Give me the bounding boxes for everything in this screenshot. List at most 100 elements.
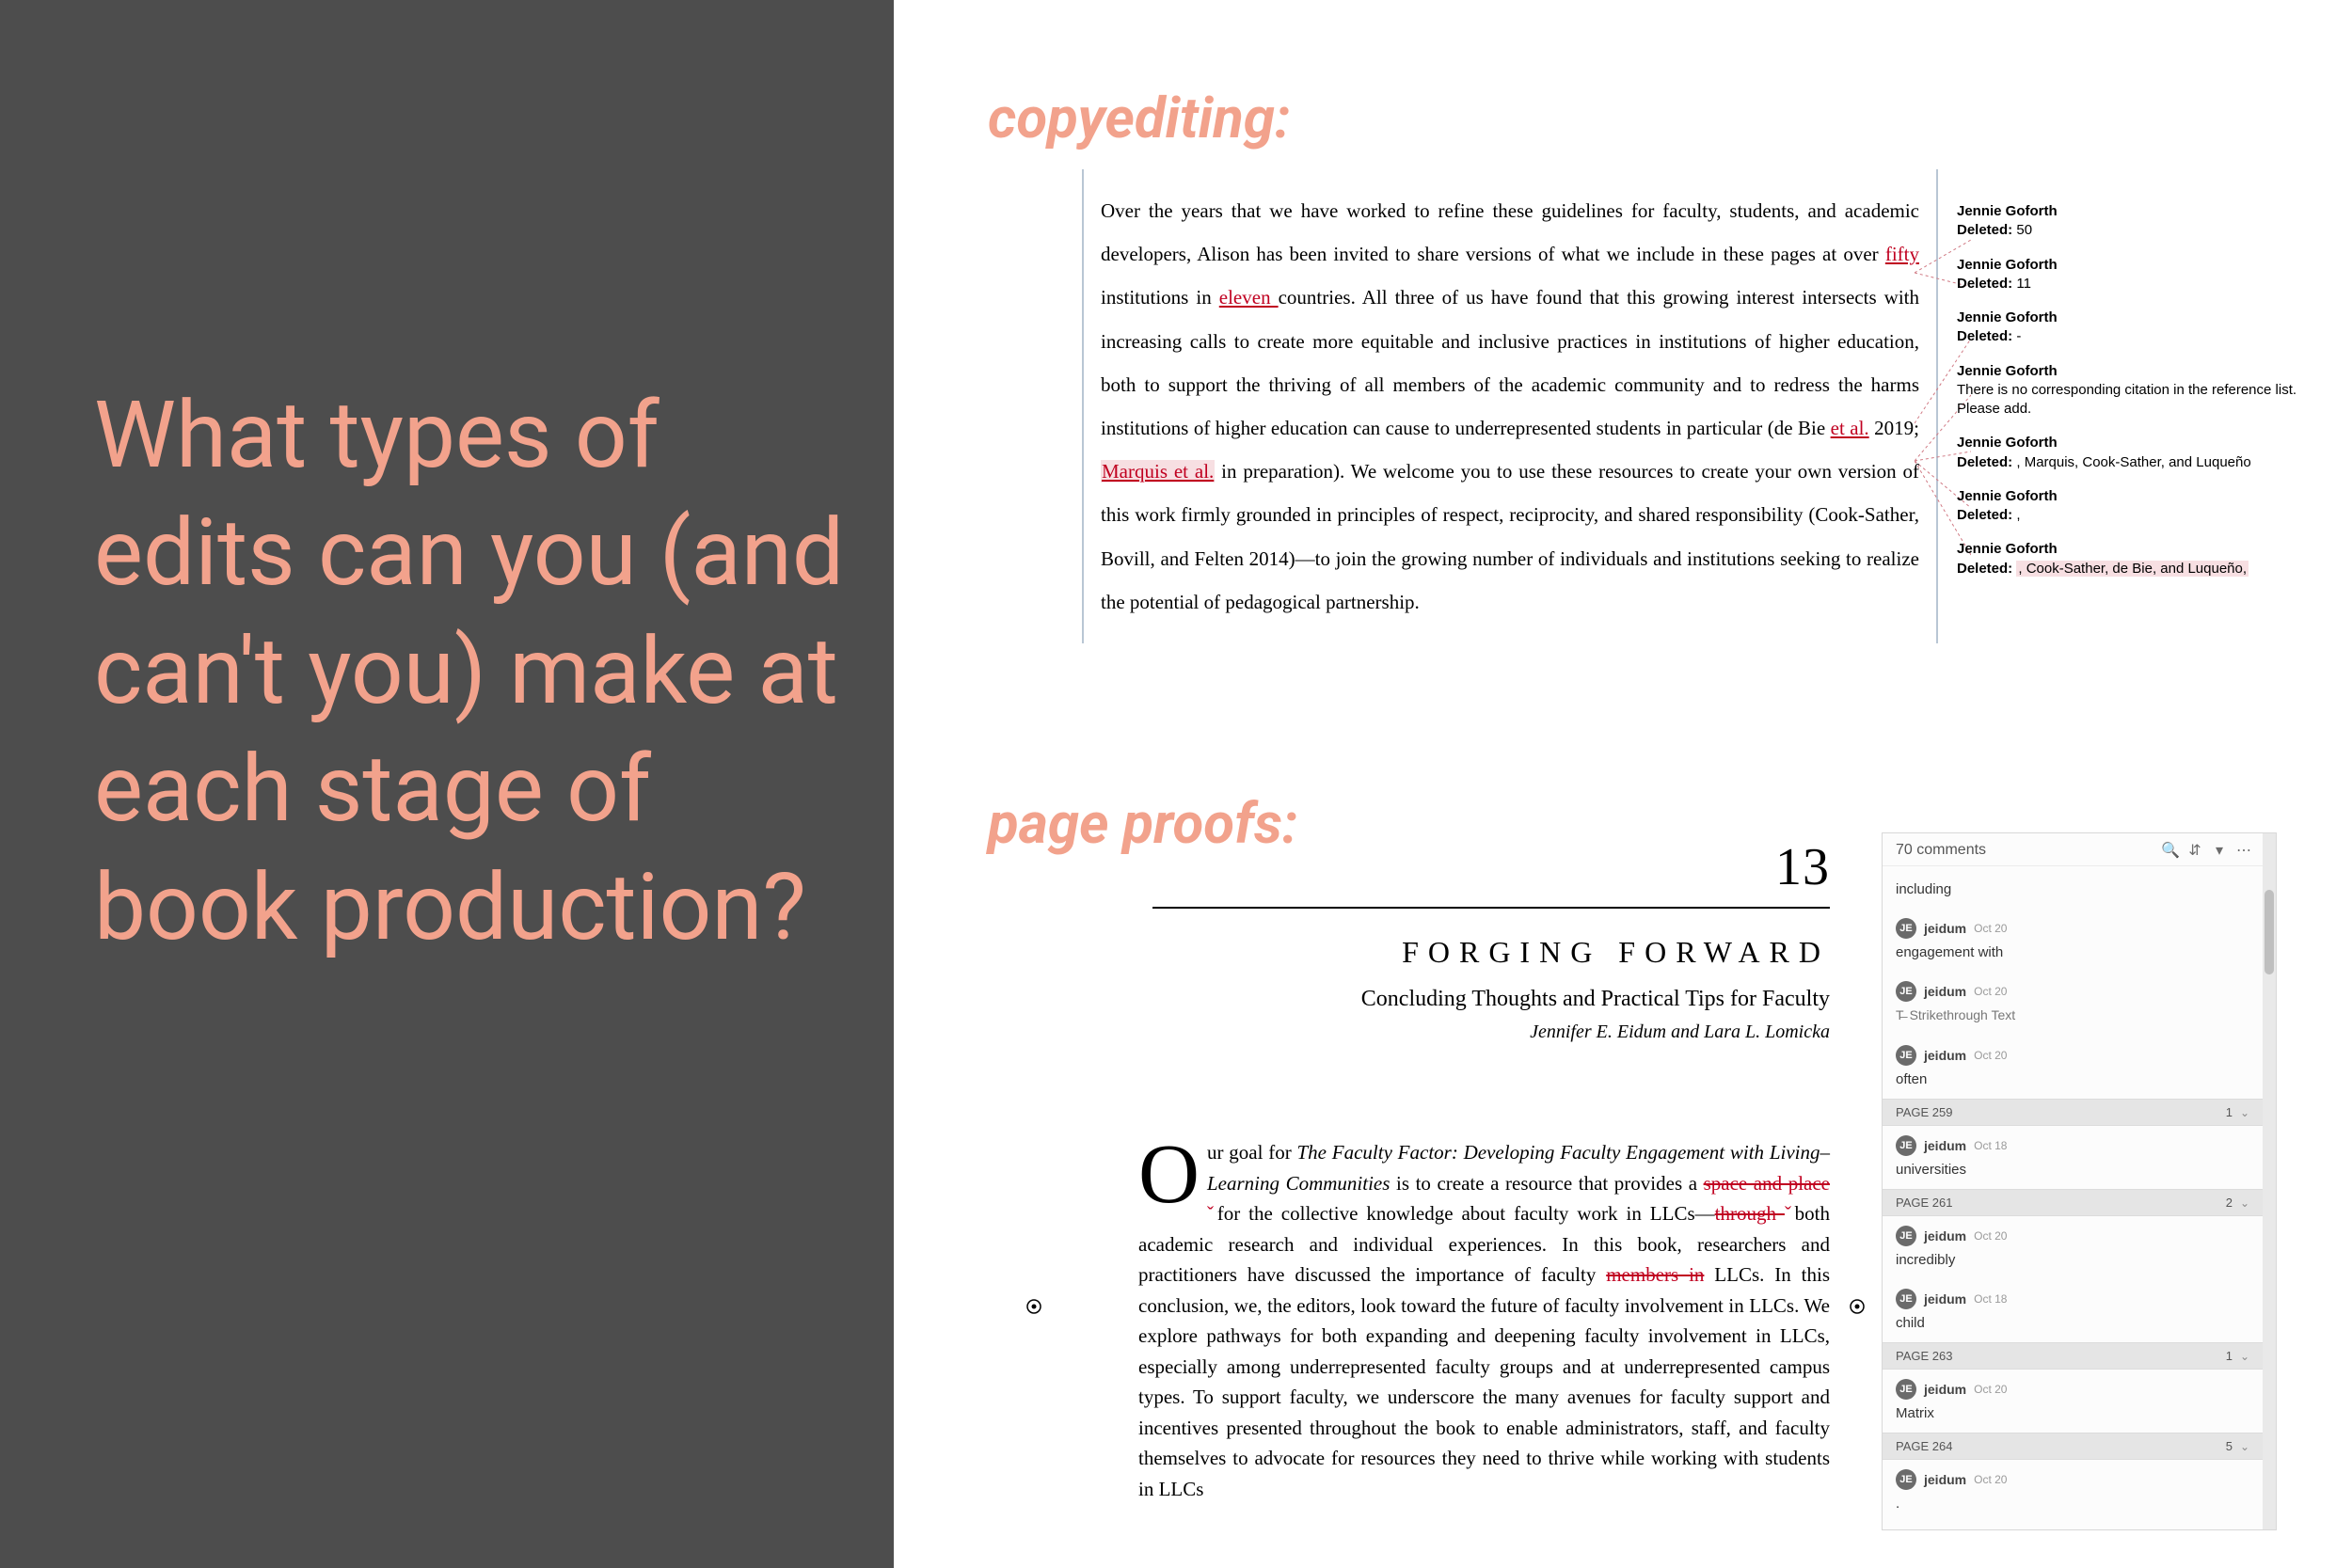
strikethrough-icon: T̶ — [1896, 1007, 1904, 1022]
tracked-change-item[interactable]: Jennie GoforthDeleted: 11 — [1957, 256, 2333, 294]
pdf-comment-row[interactable]: JEjeidumOct 20engagement with — [1883, 909, 2263, 972]
tracked-change-body: Deleted: - — [1957, 327, 2333, 346]
pdf-comment-row[interactable]: JE jeidum Oct 18 child — [1883, 1279, 2263, 1342]
caret-icon: ˇ — [1207, 1202, 1217, 1225]
pdf-comment-row[interactable]: JEjeidumOct 20. — [1883, 1460, 2263, 1523]
pdf-comment-text: child — [1896, 1315, 2249, 1331]
tracked-change-author: Jennie Goforth — [1957, 434, 2333, 452]
pdf-comment-text: including — [1896, 881, 2249, 897]
pdf-page-separator[interactable]: PAGE 2631⌄ — [1883, 1342, 2263, 1370]
comment-date: Oct 20 — [1974, 1049, 2007, 1062]
comment-username: jeidum — [1924, 1472, 1966, 1487]
body-text: ur goal for — [1207, 1141, 1296, 1164]
comment-date: Oct 20 — [1974, 922, 2007, 935]
avatar: JE — [1896, 1289, 1916, 1309]
tracked-insert-eleven: eleven — [1219, 286, 1279, 309]
tracked-change-body: Deleted: 50 — [1957, 221, 2333, 240]
ms-margin-left — [1082, 169, 1084, 643]
tracked-change-item[interactable]: Jennie GoforthThere is no corresponding … — [1957, 362, 2333, 420]
tracked-change-body: Deleted: , Marquis, Cook-Sather, and Luq… — [1957, 453, 2333, 472]
body-text: LLCs. In this conclusion, we, the editor… — [1138, 1263, 1830, 1500]
proof-strike: members in — [1606, 1263, 1704, 1286]
pdf-comment-row[interactable]: JEjeidumOct 20T̶Strikethrough Text — [1883, 972, 2263, 1036]
pdf-comment-row[interactable]: JEjeidumOct 18universities — [1883, 1126, 2263, 1189]
drop-cap: O — [1138, 1137, 1207, 1207]
ms-text: Over the years that we have worked to re… — [1101, 199, 1919, 265]
tracked-change-item[interactable]: Jennie GoforthDeleted: 50 — [1957, 202, 2333, 241]
comment-username: jeidum — [1924, 921, 1966, 936]
pdf-comments-body: 70 comments 🔍 ⇵ ▾ ⋯ includingJEjeidumOct… — [1883, 833, 2263, 1529]
page-label: PAGE 264 — [1896, 1439, 1952, 1453]
filter-icon[interactable]: ▾ — [2210, 841, 2229, 860]
chapter-body: Our goal for The Faculty Factor: Develop… — [1138, 1137, 1830, 1505]
tracked-change-item[interactable]: Jennie GoforthDeleted: , Cook-Sather, de… — [1957, 540, 2333, 578]
search-icon[interactable]: 🔍 — [2161, 841, 2180, 860]
pdf-comment-row[interactable]: JEjeidumOct 20Matrix — [1883, 1370, 2263, 1433]
page-comment-count: 1 — [2226, 1349, 2233, 1363]
pdf-comment-row[interactable]: including — [1883, 866, 2263, 909]
chapter-rule — [1152, 907, 1830, 909]
caret-icon: ˇ — [1785, 1202, 1795, 1225]
tracked-change-body: Deleted: , Cook-Sather, de Bie, and Luqu… — [1957, 560, 2333, 578]
avatar: JE — [1896, 1379, 1916, 1400]
avatar: JE — [1896, 1226, 1916, 1246]
more-icon[interactable]: ⋯ — [2234, 841, 2253, 860]
chevron-down-icon[interactable]: ⌄ — [2240, 1440, 2249, 1453]
pdf-comment-row[interactable]: JE jeidum Oct 20 often — [1883, 1036, 2263, 1099]
tracked-change-item[interactable]: Jennie GoforthDeleted: - — [1957, 309, 2333, 347]
page-label: PAGE 259 — [1896, 1105, 1952, 1119]
scrollbar-thumb[interactable] — [2265, 890, 2274, 974]
pdf-comment-text: universities — [1896, 1162, 2249, 1178]
tracked-change-item[interactable]: Jennie GoforthDeleted: , — [1957, 487, 2333, 526]
slide-question: What types of edits can you (and can't y… — [94, 376, 847, 966]
tracked-change-body: There is no corresponding citation in th… — [1957, 381, 2333, 420]
tracked-changes-pane: Jennie GoforthDeleted: 50Jennie GoforthD… — [1957, 202, 2333, 594]
pdf-comment-text: incredibly — [1896, 1252, 2249, 1268]
crop-mark-icon — [1025, 1298, 1042, 1315]
chapter-subtitle: Concluding Thoughts and Practical Tips f… — [1063, 987, 1830, 1012]
sort-icon[interactable]: ⇵ — [2185, 841, 2204, 860]
page-comment-count: 1 — [2226, 1105, 2233, 1119]
comment-date: Oct 18 — [1974, 1139, 2007, 1152]
pdf-page-separator[interactable]: PAGE 2645⌄ — [1883, 1433, 2263, 1460]
pdf-comments-panel: 70 comments 🔍 ⇵ ▾ ⋯ includingJEjeidumOct… — [1882, 832, 2277, 1530]
chapter-title: FORGING FORWARD — [1063, 935, 1830, 970]
comments-count-label: 70 comments — [1896, 842, 1986, 859]
crop-mark-icon — [1849, 1298, 1866, 1315]
pdf-page-separator[interactable]: PAGE 2612⌄ — [1883, 1189, 2263, 1216]
tracked-etal: et al. — [1831, 417, 1869, 439]
slide-canvas: What types of edits can you (and can't y… — [0, 0, 2352, 1568]
scrollbar-track[interactable] — [2263, 833, 2276, 1529]
pdf-page-separator[interactable]: PAGE 259 1 ⌄ — [1883, 1099, 2263, 1126]
page-label: PAGE 261 — [1896, 1196, 1952, 1210]
ms-text: institutions in — [1101, 286, 1219, 309]
chevron-down-icon[interactable]: ⌄ — [2240, 1196, 2249, 1210]
tracked-change-body: Deleted: 11 — [1957, 275, 2333, 293]
avatar: JE — [1896, 1045, 1916, 1066]
chevron-down-icon[interactable]: ⌄ — [2240, 1350, 2249, 1363]
tracked-marquis: Marquis et al. — [1101, 460, 1215, 483]
chevron-down-icon[interactable]: ⌄ — [2240, 1106, 2249, 1119]
strikethrough-annotation: T̶Strikethrough Text — [1896, 1007, 2015, 1022]
tracked-insert-fifty: fifty — [1885, 243, 1919, 265]
tracked-change-item[interactable]: Jennie GoforthDeleted: , Marquis, Cook-S… — [1957, 434, 2333, 472]
comment-date: Oct 18 — [1974, 1292, 2007, 1306]
avatar: JE — [1896, 918, 1916, 939]
comment-username: jeidum — [1924, 1291, 1966, 1307]
pdf-comment-text: often — [1896, 1071, 2249, 1087]
left-panel: What types of edits can you (and can't y… — [0, 0, 894, 1568]
manuscript-block: Over the years that we have worked to re… — [1101, 169, 1919, 643]
comment-username: jeidum — [1924, 1048, 1966, 1063]
proof-strike: through — [1715, 1202, 1785, 1225]
comment-date: Oct 20 — [1974, 1473, 2007, 1486]
chapter-number: 13 — [1063, 837, 1830, 897]
pdf-comment-row[interactable]: JEjeidumOct 20incredibly — [1883, 1216, 2263, 1279]
tracked-change-author: Jennie Goforth — [1957, 540, 2333, 559]
tracked-change-author: Jennie Goforth — [1957, 202, 2333, 221]
ms-margin-right — [1936, 169, 1938, 643]
tracked-change-author: Jennie Goforth — [1957, 256, 2333, 275]
tracked-change-author: Jennie Goforth — [1957, 362, 2333, 381]
chapter-byline: Jennifer E. Eidum and Lara L. Lomicka — [1063, 1022, 1830, 1043]
ms-text: 2019; — [1869, 417, 1919, 439]
comment-date: Oct 20 — [1974, 1229, 2007, 1243]
